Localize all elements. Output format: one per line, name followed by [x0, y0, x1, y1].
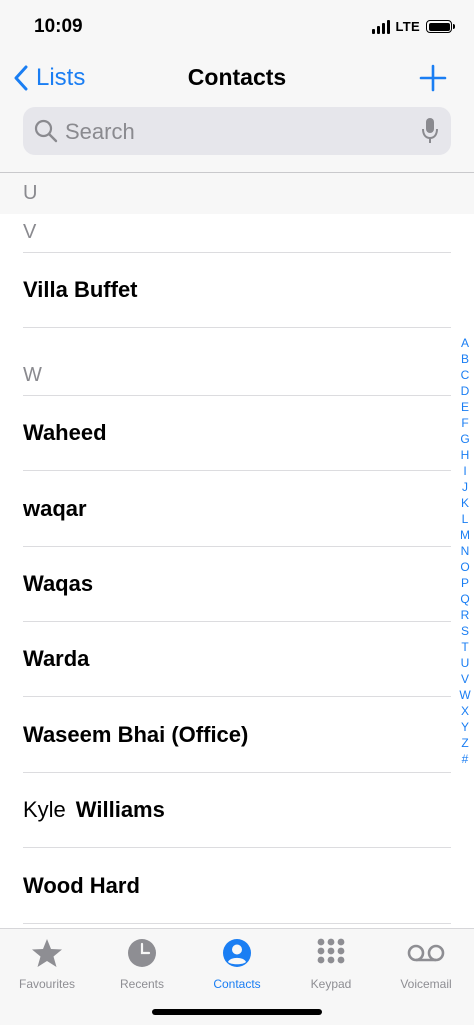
index-letter[interactable]: X	[456, 703, 474, 719]
add-contact-button[interactable]	[418, 60, 448, 96]
index-letter[interactable]: L	[456, 511, 474, 527]
signal-icon	[371, 19, 390, 34]
tab-voicemail[interactable]: Voicemail	[379, 937, 473, 991]
contact-row[interactable]: Waheed	[23, 420, 107, 446]
header-divider	[0, 172, 474, 173]
index-letter[interactable]: E	[456, 399, 474, 415]
contact-name: Waqas	[23, 571, 94, 596]
search-icon	[34, 119, 58, 143]
index-letter[interactable]: B	[456, 351, 474, 367]
index-letter[interactable]: M	[456, 527, 474, 543]
page-title: Contacts	[187, 64, 287, 90]
row-divider	[23, 395, 451, 396]
index-letter[interactable]: F	[456, 415, 474, 431]
person-circle-icon	[223, 939, 251, 967]
row-divider	[23, 470, 451, 471]
row-divider	[23, 252, 451, 253]
contact-name: Waheed	[23, 420, 107, 445]
contact-name: Warda	[23, 646, 90, 671]
star-icon	[32, 939, 62, 967]
home-indicator	[152, 1009, 322, 1015]
tab-contacts[interactable]: Contacts	[190, 937, 284, 991]
contacts-screen: 10:09 LTE Lists Contacts Search U V Vill…	[0, 0, 474, 1025]
tab-favourites[interactable]: Favourites	[0, 937, 94, 991]
clock-icon	[128, 939, 156, 967]
index-letter[interactable]: U	[456, 655, 474, 671]
index-letter[interactable]: K	[456, 495, 474, 511]
tab-recents[interactable]: Recents	[95, 937, 189, 991]
index-letter[interactable]: W	[456, 687, 474, 703]
index-letter[interactable]: J	[456, 479, 474, 495]
search-field[interactable]: Search	[23, 107, 451, 155]
index-letter[interactable]: A	[456, 335, 474, 351]
contact-name: Waseem Bhai (Office)	[23, 722, 249, 747]
contact-last-name: Williams	[75, 797, 165, 822]
index-letter[interactable]: Z	[456, 735, 474, 751]
contact-first-name: Kyle	[23, 797, 66, 822]
tab-label: Recents	[119, 977, 165, 991]
index-letter[interactable]: S	[456, 623, 474, 639]
index-letter[interactable]: Q	[456, 591, 474, 607]
index-letter[interactable]: Y	[456, 719, 474, 735]
contact-row[interactable]: Waseem Bhai (Office)	[23, 722, 248, 748]
section-header-w: W	[23, 364, 42, 386]
row-divider	[23, 772, 451, 773]
row-divider	[23, 621, 451, 622]
row-divider	[23, 847, 451, 848]
keypad-icon	[317, 938, 345, 964]
index-letter[interactable]: P	[456, 575, 474, 591]
index-letter[interactable]: G	[456, 431, 474, 447]
section-header-u: U	[23, 182, 38, 204]
row-divider	[23, 696, 451, 697]
tab-label: Voicemail	[400, 977, 452, 991]
battery-icon	[426, 20, 455, 33]
index-letter[interactable]: H	[456, 447, 474, 463]
tab-label: Keypad	[310, 977, 352, 991]
contact-row[interactable]: Warda	[23, 646, 89, 672]
contact-row[interactable]: Wood Hard	[23, 873, 140, 899]
index-letter[interactable]: N	[456, 543, 474, 559]
microphone-icon[interactable]	[421, 117, 439, 145]
status-indicators: LTE	[371, 19, 455, 34]
section-header-v: V	[23, 221, 37, 243]
tab-label: Contacts	[213, 977, 261, 991]
index-letter[interactable]: R	[456, 607, 474, 623]
tab-keypad[interactable]: Keypad	[284, 937, 378, 991]
index-letter[interactable]: C	[456, 367, 474, 383]
contact-row[interactable]: waqar	[23, 496, 87, 522]
navigation-bar: Lists Contacts	[0, 58, 474, 102]
network-type: LTE	[395, 19, 420, 34]
row-divider	[23, 546, 451, 547]
search-placeholder: Search	[65, 119, 135, 144]
row-divider	[23, 923, 451, 924]
voicemail-icon	[407, 944, 445, 962]
row-divider	[23, 327, 451, 328]
index-letter[interactable]: V	[456, 671, 474, 687]
contact-name: Villa Buffet	[23, 277, 138, 302]
index-letter[interactable]: T	[456, 639, 474, 655]
index-letter[interactable]: #	[456, 751, 474, 767]
contact-row[interactable]: Kyle Williams	[23, 797, 165, 823]
contact-row[interactable]: Villa Buffet	[23, 277, 138, 303]
alphabet-index[interactable]: A B C D E F G H I J K L M N O P Q R S T …	[456, 335, 474, 767]
tab-label: Favourites	[18, 977, 76, 991]
contact-name: waqar	[23, 496, 87, 521]
contact-row[interactable]: Waqas	[23, 571, 93, 597]
status-time: 10:09	[34, 16, 83, 37]
index-letter[interactable]: I	[456, 463, 474, 479]
index-letter[interactable]: O	[456, 559, 474, 575]
contact-name: Wood Hard	[23, 873, 140, 898]
status-bar: 10:09 LTE	[0, 0, 474, 56]
index-letter[interactable]: D	[456, 383, 474, 399]
